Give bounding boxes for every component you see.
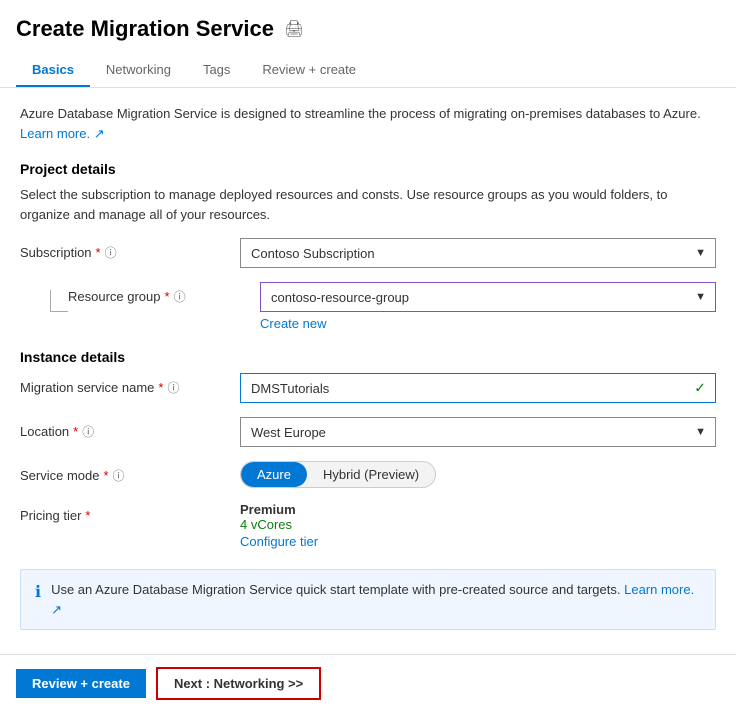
service-mode-info-icon[interactable]: ⓘ: [113, 467, 125, 484]
service-mode-label: Service mode * ⓘ: [20, 461, 240, 484]
tab-review-create[interactable]: Review + create: [246, 54, 372, 87]
service-mode-row: Service mode * ⓘ Azure Hybrid (Preview): [20, 461, 716, 488]
subscription-select-wrapper: Contoso Subscription ▼: [240, 238, 716, 268]
footer: Review + create Next : Networking >>: [0, 654, 736, 712]
resource-group-label: Resource group * ⓘ: [68, 282, 260, 305]
location-required: *: [73, 424, 78, 439]
intro-text: Azure Database Migration Service is desi…: [20, 104, 716, 143]
service-mode-toggle: Azure Hybrid (Preview): [240, 461, 436, 488]
review-create-button[interactable]: Review + create: [16, 669, 146, 698]
page-title-row: Create Migration Service 🖨: [16, 16, 720, 42]
learn-more-link[interactable]: Learn more. ↗: [20, 126, 105, 141]
main-content: Azure Database Migration Service is desi…: [0, 88, 736, 646]
migration-name-input-wrapper: ✓: [240, 373, 716, 403]
pricing-tier-label: Pricing tier *: [20, 502, 240, 523]
info-banner-icon: ℹ: [35, 581, 41, 605]
resource-group-select-wrapper: contoso-resource-group ▼: [260, 282, 716, 312]
migration-service-name-input[interactable]: [240, 373, 716, 403]
create-new-link[interactable]: Create new: [260, 316, 326, 331]
resource-group-row: Resource group * ⓘ contoso-resource-grou…: [20, 282, 716, 331]
migration-service-name-row: Migration service name * ⓘ ✓: [20, 373, 716, 403]
subscription-label: Subscription * ⓘ: [20, 238, 240, 261]
info-banner: ℹ Use an Azure Database Migration Servic…: [20, 569, 716, 630]
subscription-row: Subscription * ⓘ Contoso Subscription ▼: [20, 238, 716, 268]
pricing-tier-row: Pricing tier * Premium 4 vCores Configur…: [20, 502, 716, 549]
pricing-tier-control: Premium 4 vCores Configure tier: [240, 502, 716, 549]
subscription-info-icon[interactable]: ⓘ: [105, 244, 117, 261]
info-banner-text: Use an Azure Database Migration Service …: [51, 580, 701, 619]
location-select[interactable]: West Europe: [240, 417, 716, 447]
configure-tier-link[interactable]: Configure tier: [240, 534, 716, 549]
location-row: Location * ⓘ West Europe ▼: [20, 417, 716, 447]
subscription-required: *: [96, 245, 101, 260]
resource-group-required: *: [165, 289, 170, 304]
pricing-tier-required: *: [85, 508, 90, 523]
service-mode-hybrid-btn[interactable]: Hybrid (Preview): [307, 462, 435, 487]
project-details-desc: Select the subscription to manage deploy…: [20, 185, 716, 224]
pricing-info: Premium 4 vCores Configure tier: [240, 502, 716, 549]
next-networking-button[interactable]: Next : Networking >>: [156, 667, 321, 700]
resource-group-select[interactable]: contoso-resource-group: [260, 282, 716, 312]
page-header: Create Migration Service 🖨 Basics Networ…: [0, 0, 736, 88]
tab-tags[interactable]: Tags: [187, 54, 246, 87]
tabs-bar: Basics Networking Tags Review + create: [16, 54, 720, 87]
instance-details-title: Instance details: [20, 349, 716, 365]
migration-service-name-control: ✓: [240, 373, 716, 403]
tab-networking[interactable]: Networking: [90, 54, 187, 87]
tab-basics[interactable]: Basics: [16, 54, 90, 87]
valid-check-icon: ✓: [694, 380, 706, 397]
project-details-title: Project details: [20, 161, 716, 177]
subscription-select[interactable]: Contoso Subscription: [240, 238, 716, 268]
migration-service-name-label: Migration service name * ⓘ: [20, 373, 240, 396]
service-mode-required: *: [103, 468, 108, 483]
location-control: West Europe ▼: [240, 417, 716, 447]
service-mode-azure-btn[interactable]: Azure: [241, 462, 307, 487]
service-mode-control: Azure Hybrid (Preview): [240, 461, 716, 488]
pricing-vcores: 4 vCores: [240, 517, 716, 532]
location-info-icon[interactable]: ⓘ: [82, 423, 94, 440]
page-title: Create Migration Service: [16, 16, 274, 42]
print-icon[interactable]: 🖨: [284, 19, 304, 39]
migration-name-info-icon[interactable]: ⓘ: [167, 379, 179, 396]
location-label: Location * ⓘ: [20, 417, 240, 440]
pricing-tier-value: Premium: [240, 502, 716, 517]
subscription-control: Contoso Subscription ▼: [240, 238, 716, 268]
resource-group-info-icon[interactable]: ⓘ: [174, 288, 186, 305]
location-select-wrapper: West Europe ▼: [240, 417, 716, 447]
resource-group-control: contoso-resource-group ▼ Create new: [260, 282, 716, 331]
migration-name-required: *: [158, 380, 163, 395]
